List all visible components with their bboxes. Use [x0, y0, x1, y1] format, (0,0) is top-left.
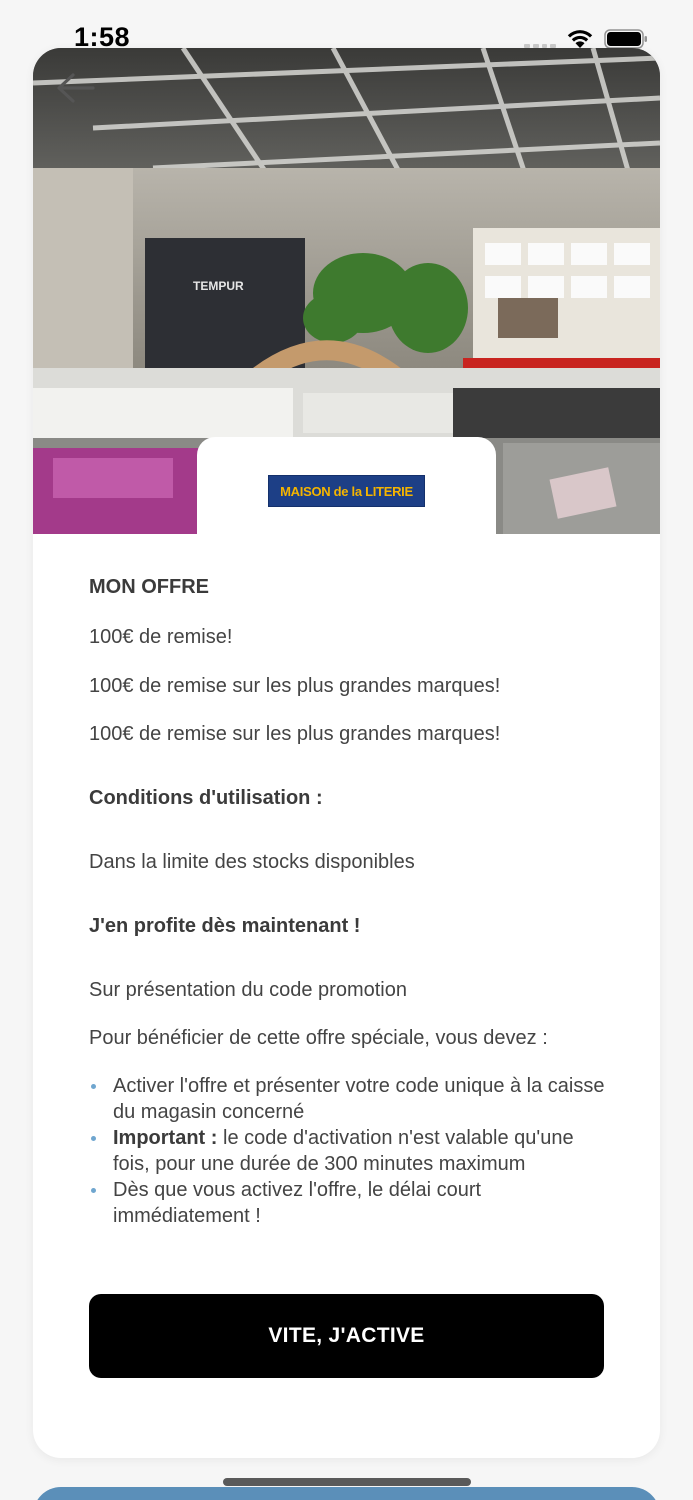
home-indicator[interactable]	[223, 1478, 471, 1486]
status-bar: 1:58	[0, 0, 693, 52]
list-item: Dès que vous activez l'offre, le délai c…	[89, 1177, 609, 1229]
bullet-icon	[91, 1084, 96, 1089]
back-arrow-icon[interactable]	[53, 68, 97, 108]
offer-line: 100€ de remise sur les plus grandes marq…	[89, 723, 501, 745]
section-title: MON OFFRE	[89, 576, 209, 598]
brand-logo-tab: MAISON de la LITERIE	[197, 437, 496, 534]
battery-icon	[604, 29, 647, 49]
instructions-list: Activer l'offre et présenter votre code …	[89, 1073, 609, 1229]
offer-card: TEMPUR MAISON de la LITERIE MON OFFRE 10…	[33, 48, 660, 1458]
presentation-text: Sur présentation du code promotion	[89, 979, 407, 1001]
list-item-bold: Important :	[113, 1127, 218, 1149]
list-item: Important : le code d'activation n'est v…	[89, 1125, 609, 1177]
activate-offer-button[interactable]: VITE, J'ACTIVE	[89, 1294, 604, 1378]
brand-logo: MAISON de la LITERIE	[268, 475, 425, 507]
conditions-title: Conditions d'utilisation :	[89, 787, 323, 809]
profite-title: J'en profite dès maintenant !	[89, 915, 361, 937]
offer-line: 100€ de remise sur les plus grandes marq…	[89, 675, 501, 697]
list-item: Activer l'offre et présenter votre code …	[89, 1073, 609, 1125]
svg-text:TEMPUR: TEMPUR	[193, 279, 244, 293]
offer-line: 100€ de remise!	[89, 626, 233, 648]
bullet-icon	[91, 1188, 96, 1193]
activate-offer-label: VITE, J'ACTIVE	[268, 1324, 425, 1347]
intro-text: Pour bénéficier de cette offre spéciale,…	[89, 1027, 548, 1049]
list-item-text: Dès que vous activez l'offre, le délai c…	[113, 1179, 482, 1227]
list-item-text: Activer l'offre et présenter votre code …	[113, 1075, 605, 1123]
brand-logo-text: MAISON de la LITERIE	[280, 483, 413, 499]
wifi-icon	[567, 30, 593, 48]
next-card-peek[interactable]	[33, 1487, 660, 1500]
conditions-text: Dans la limite des stocks disponibles	[89, 851, 415, 873]
bullet-icon	[91, 1136, 96, 1141]
screen: 1:58 TEMPUR MAISON de la LITERIE MON OFF…	[0, 0, 693, 1500]
